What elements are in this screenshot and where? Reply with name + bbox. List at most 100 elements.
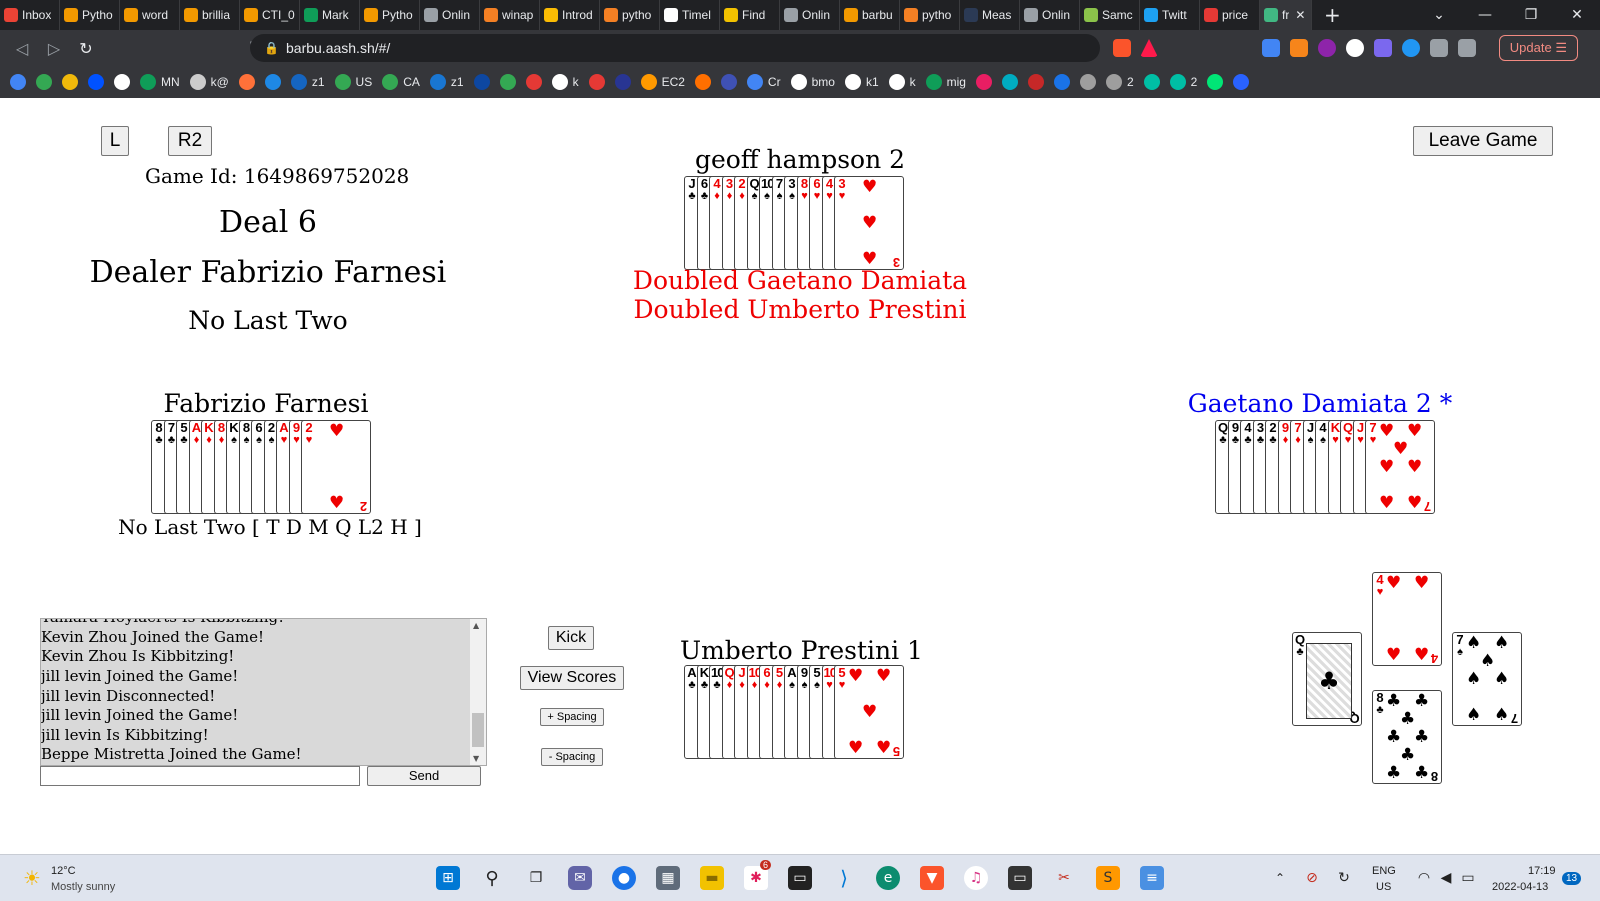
scroll-up-icon[interactable]: ▲ xyxy=(473,621,479,630)
bookmark-item[interactable] xyxy=(1233,74,1250,90)
extension-icon-3[interactable] xyxy=(1346,39,1364,57)
bookmark-item[interactable]: k xyxy=(888,74,916,90)
browser-tab[interactable]: Meas xyxy=(960,0,1020,30)
bookmark-item[interactable] xyxy=(720,74,737,90)
bookmark-item[interactable]: mig xyxy=(925,74,966,90)
metamask-icon[interactable] xyxy=(1290,39,1308,57)
bookmark-item[interactable]: z1 xyxy=(429,74,464,90)
bookmark-item[interactable]: US xyxy=(334,74,372,90)
bookmark-item[interactable]: k@ xyxy=(189,74,229,90)
browser-tab[interactable]: Introd xyxy=(540,0,600,30)
browser-tab[interactable]: Onlin xyxy=(420,0,480,30)
tray-chevron-icon[interactable]: ⌃ xyxy=(1268,866,1292,890)
bookmark-item[interactable] xyxy=(473,74,490,90)
vscode-icon[interactable]: ⟩ xyxy=(832,866,856,890)
reload-button[interactable]: ↻ xyxy=(70,39,102,58)
browser-tab[interactable]: Mark xyxy=(300,0,360,30)
task-view-icon[interactable]: ❐ xyxy=(524,866,548,890)
browser-tab[interactable]: Pytho xyxy=(360,0,420,30)
browser-tab[interactable]: barbu xyxy=(840,0,900,30)
kick-button[interactable]: Kick xyxy=(548,626,594,650)
bookmark-item[interactable] xyxy=(1207,74,1224,90)
bookmark-item[interactable] xyxy=(264,74,281,90)
clock-date[interactable]: 2022-04-13 xyxy=(1492,881,1548,893)
extensions-puzzle-icon[interactable] xyxy=(1430,39,1448,57)
forward-button[interactable]: ▷ xyxy=(38,39,70,58)
bookmark-item[interactable]: z1 xyxy=(290,74,325,90)
bookmark-item[interactable] xyxy=(975,74,992,90)
extension-icon-5[interactable] xyxy=(1402,39,1420,57)
volume-icon[interactable]: ◀ xyxy=(1434,866,1458,890)
bookmark-item[interactable] xyxy=(588,74,605,90)
lang-bottom[interactable]: US xyxy=(1376,881,1391,893)
browser-tab[interactable]: Twitt xyxy=(1140,0,1200,30)
bookmark-item[interactable]: bmo xyxy=(790,74,835,90)
bookmark-item[interactable]: CA xyxy=(382,74,420,90)
bookmark-item[interactable] xyxy=(1079,74,1096,90)
teams-chat-icon[interactable]: ✉ xyxy=(568,866,592,890)
playing-card[interactable]: 4♥4♥♥♥♥ xyxy=(1372,572,1442,666)
bookmark-item[interactable]: k xyxy=(551,74,579,90)
browser-tab[interactable]: Onlin xyxy=(780,0,840,30)
itunes-icon[interactable]: ♫ xyxy=(964,866,988,890)
browser-tab[interactable]: pytho xyxy=(600,0,660,30)
bookmark-item[interactable]: EC2 xyxy=(640,74,685,90)
browser-tab[interactable]: price xyxy=(1200,0,1260,30)
edge-icon[interactable]: e xyxy=(876,866,900,890)
restore-button[interactable]: ❐ xyxy=(1508,7,1554,23)
minimize-button[interactable]: — xyxy=(1462,7,1508,23)
brave-rewards-icon[interactable] xyxy=(1140,39,1158,57)
snipping-tool-icon[interactable]: ✂ xyxy=(1052,866,1076,890)
notification-count[interactable]: 13 xyxy=(1562,872,1582,885)
bookmark-item[interactable]: Cr xyxy=(746,74,781,90)
scroll-down-icon[interactable]: ▼ xyxy=(473,754,479,763)
browser-tab[interactable]: Timel xyxy=(660,0,720,30)
bookmark-item[interactable] xyxy=(62,74,78,90)
weather-sun-icon[interactable]: ☀ xyxy=(20,866,44,890)
close-window-button[interactable]: ✕ xyxy=(1554,7,1600,23)
bookmark-item[interactable] xyxy=(1053,74,1070,90)
playing-card[interactable]: 7 ♥ 7 ♥ ♥ ♥ ♥ ♥ ♥ ♥ xyxy=(1365,420,1435,514)
r2-button[interactable]: R2 xyxy=(168,126,212,156)
send-button[interactable]: Send xyxy=(367,766,481,786)
chat-scroll-thumb[interactable] xyxy=(472,713,484,747)
wallet-icon[interactable] xyxy=(1458,39,1476,57)
view-scores-button[interactable]: View Scores xyxy=(520,666,624,690)
bookmark-item[interactable] xyxy=(1143,74,1160,90)
bookmark-item[interactable] xyxy=(614,74,631,90)
sublime-icon[interactable]: S xyxy=(1096,866,1120,890)
playing-card[interactable]: 7♠7♠♠♠♠♠♠♠ xyxy=(1452,632,1522,726)
bookmark-item[interactable] xyxy=(10,74,26,90)
search-icon[interactable]: ⚲ xyxy=(480,866,504,890)
battery-icon[interactable]: ▭ xyxy=(1456,866,1480,890)
tray-app-icon-1[interactable]: ⊘ xyxy=(1300,866,1324,890)
brave-shields-icon[interactable] xyxy=(1113,39,1131,57)
bookmark-item[interactable]: 2 xyxy=(1105,74,1134,90)
chat-input[interactable] xyxy=(40,766,360,786)
playing-card[interactable]: Q♣Q♣ xyxy=(1292,632,1362,726)
tab-close-icon[interactable]: ✕ xyxy=(1295,8,1305,22)
browser-tab[interactable]: Inbox xyxy=(0,0,60,30)
playing-card[interactable]: 5 ♥ 5 ♥ ♥ ♥ ♥ ♥ xyxy=(834,665,904,759)
terminal-icon[interactable]: ▭ xyxy=(788,866,812,890)
browser-tab[interactable]: winap xyxy=(480,0,540,30)
calculator-icon[interactable]: ▦ xyxy=(656,866,680,890)
bookmark-item[interactable] xyxy=(694,74,711,90)
leave-game-button[interactable]: Leave Game xyxy=(1413,126,1553,156)
browser-tab[interactable]: word xyxy=(120,0,180,30)
bookmark-item[interactable] xyxy=(238,74,255,90)
cmd-icon[interactable]: ▭ xyxy=(1008,866,1032,890)
address-bar[interactable]: 🔒 barbu.aash.sh/#/ xyxy=(250,34,1100,62)
back-button[interactable]: ◁ xyxy=(6,39,38,58)
plus-spacing-button[interactable]: + Spacing xyxy=(540,708,604,726)
browser-tab-active[interactable]: fr ✕ xyxy=(1260,0,1312,30)
playing-card[interactable]: 3 ♥ 3 ♥ ♥ ♥ xyxy=(834,176,904,270)
playing-card[interactable]: 2 ♥ 2 ♥ ♥ xyxy=(301,420,371,514)
bookmark-item[interactable] xyxy=(525,74,542,90)
browser-tab[interactable]: Find xyxy=(720,0,780,30)
minus-spacing-button[interactable]: - Spacing xyxy=(541,748,603,766)
chat-scrollbar[interactable]: ▲ ▼ xyxy=(470,619,486,765)
bookmark-item[interactable] xyxy=(114,74,130,90)
browser-tab[interactable]: Pytho xyxy=(60,0,120,30)
bookmark-item[interactable]: k1 xyxy=(844,74,879,90)
